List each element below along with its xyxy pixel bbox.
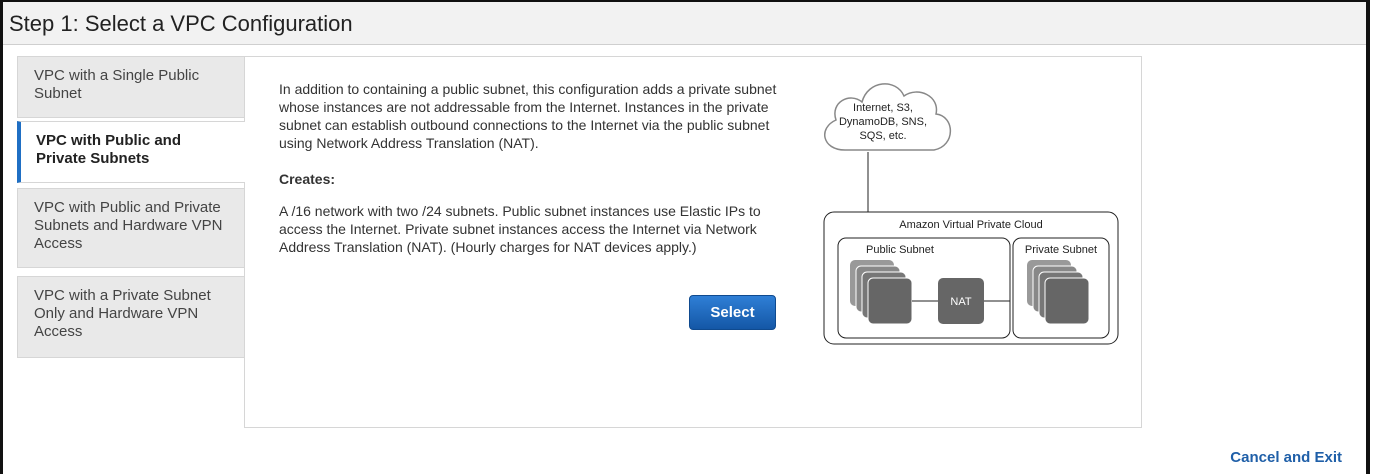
nat-instance-icon: NAT [938,278,984,324]
tab-public-private-vpn[interactable]: VPC with Public and Private Subnets and … [17,188,244,268]
select-button[interactable]: Select [689,295,776,330]
step-header: Step 1: Select a VPC Configuration [3,2,1366,45]
public-subnet-label: Public Subnet [866,244,934,256]
nat-label: NAT [950,296,971,308]
creates-heading: Creates: [279,171,336,187]
cloud-label-line1: Internet, S3, [853,102,913,114]
tab-single-public-subnet[interactable]: VPC with a Single Public Subnet [17,56,244,118]
cloud-label-line3: SQS, etc. [859,130,906,142]
creates-description: A /16 network with two /24 subnets. Publ… [279,203,761,255]
private-subnet-label: Private Subnet [1025,244,1097,256]
cancel-and-exit-link[interactable]: Cancel and Exit [1230,449,1342,466]
page-title: Step 1: Select a VPC Configuration [9,11,353,36]
vpc-label: Amazon Virtual Private Cloud [899,219,1042,231]
tab-private-subnet-vpn[interactable]: VPC with a Private Subnet Only and Hardw… [17,276,244,358]
vpc-architecture-diagram: Internet, S3, DynamoDB, SNS, SQS, etc. A… [823,83,1119,345]
tab-public-private-subnets[interactable]: VPC with Public and Private Subnets [17,121,245,183]
configuration-description: In addition to containing a public subne… [279,81,777,151]
cloud-label-line2: DynamoDB, SNS, [839,116,927,128]
internet-cloud-icon: Internet, S3, DynamoDB, SNS, SQS, etc. [824,83,951,151]
